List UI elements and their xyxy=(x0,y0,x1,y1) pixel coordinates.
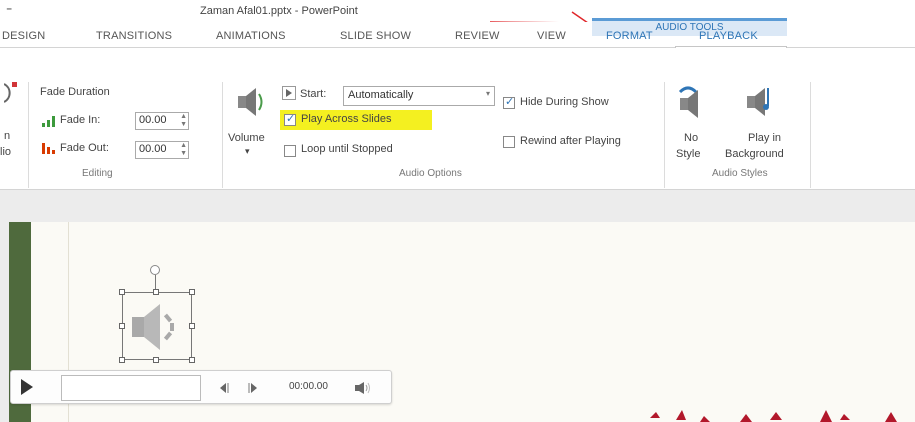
resize-handle[interactable] xyxy=(189,357,195,363)
play-in-background-label-1[interactable]: Play in xyxy=(748,132,781,144)
tab-format[interactable]: FORMAT xyxy=(606,30,653,42)
rewind-after-playing-label[interactable]: Rewind after Playing xyxy=(520,135,621,147)
no-style-label-2[interactable]: Style xyxy=(676,148,700,160)
spinner-arrows-icon[interactable]: ▲ ▼ xyxy=(180,142,187,158)
group-separator xyxy=(810,82,811,188)
audio-player-bar: 00:00.00 xyxy=(10,370,392,404)
chevron-down-icon[interactable]: ▾ xyxy=(486,89,490,98)
fade-out-input[interactable]: 00.00 ▲ ▼ xyxy=(135,141,189,159)
start-label: Start: xyxy=(300,88,327,100)
partial-label-1: n xyxy=(4,130,11,142)
fade-in-label: Fade In: xyxy=(60,114,101,126)
quick-access-menu-icon[interactable]: ⁼ xyxy=(6,4,12,18)
fade-in-value: 00.00 xyxy=(139,114,167,126)
resize-handle[interactable] xyxy=(119,323,125,329)
slide-red-decoration xyxy=(650,410,897,422)
no-style-label-1[interactable]: No xyxy=(684,132,698,144)
resize-handle[interactable] xyxy=(119,289,125,295)
resize-handle[interactable] xyxy=(189,323,195,329)
volume-dropdown-icon[interactable]: ▾ xyxy=(245,146,250,157)
partial-label-2: lio xyxy=(0,146,12,158)
volume-icon[interactable] xyxy=(236,86,266,120)
loop-until-stopped-label[interactable]: Loop until Stopped xyxy=(301,143,393,155)
skip-forward-icon[interactable] xyxy=(247,382,259,394)
resize-handle[interactable] xyxy=(119,357,125,363)
group-separator xyxy=(28,82,29,188)
volume-label[interactable]: Volume xyxy=(228,132,265,144)
fade-duration-label: Fade Duration xyxy=(40,86,110,98)
resize-handle[interactable] xyxy=(153,357,159,363)
tab-review[interactable]: REVIEW xyxy=(455,30,500,42)
window-title: Zaman Afal01.pptx - PowerPoint xyxy=(200,5,358,17)
loop-until-stopped-checkbox[interactable] xyxy=(284,145,296,157)
partial-icon[interactable] xyxy=(4,82,18,104)
volume-control-icon[interactable] xyxy=(354,381,372,395)
resize-handle[interactable] xyxy=(153,289,159,295)
hide-during-show-checkbox[interactable] xyxy=(503,95,515,109)
playback-time: 00:00.00 xyxy=(289,381,328,392)
tab-slide-show[interactable]: SLIDE SHOW xyxy=(340,30,411,42)
group-separator xyxy=(222,82,223,188)
resize-handle[interactable] xyxy=(189,289,195,295)
rewind-after-playing-checkbox[interactable] xyxy=(503,136,515,148)
start-value: Automatically xyxy=(348,89,414,101)
spinner-arrows-icon[interactable]: ▲ ▼ xyxy=(180,113,187,129)
play-across-slides-label[interactable]: Play Across Slides xyxy=(301,113,391,125)
audio-options-group-label: Audio Options xyxy=(399,168,462,179)
play-across-slides-checkbox[interactable] xyxy=(284,112,296,126)
tab-view[interactable]: VIEW xyxy=(537,30,566,42)
play-icon[interactable] xyxy=(21,379,33,395)
tab-transitions[interactable]: TRANSITIONS xyxy=(96,30,172,42)
tab-playback[interactable]: PLAYBACK xyxy=(699,30,758,42)
play-in-background-icon[interactable] xyxy=(745,84,775,118)
progress-bar[interactable] xyxy=(61,375,201,401)
hide-during-show-label[interactable]: Hide During Show xyxy=(520,96,609,108)
fade-out-value: 00.00 xyxy=(139,143,167,155)
fade-out-label: Fade Out: xyxy=(60,142,109,154)
fade-out-icon xyxy=(42,143,55,154)
audio-styles-group-label: Audio Styles xyxy=(712,168,768,179)
speaker-icon[interactable] xyxy=(130,300,186,354)
rotate-handle[interactable] xyxy=(150,265,160,275)
skip-back-icon[interactable] xyxy=(218,382,230,394)
start-dropdown[interactable]: Automatically ▾ xyxy=(343,86,495,106)
tab-animations[interactable]: ANIMATIONS xyxy=(216,30,286,42)
fade-in-input[interactable]: 00.00 ▲ ▼ xyxy=(135,112,189,130)
play-in-background-label-2[interactable]: Background xyxy=(725,148,784,160)
fade-in-icon xyxy=(42,116,55,127)
tab-design[interactable]: DESIGN xyxy=(2,30,45,42)
editing-group-label: Editing xyxy=(82,168,113,179)
start-icon xyxy=(282,86,296,100)
group-separator xyxy=(664,82,665,188)
no-style-icon[interactable] xyxy=(676,84,706,118)
